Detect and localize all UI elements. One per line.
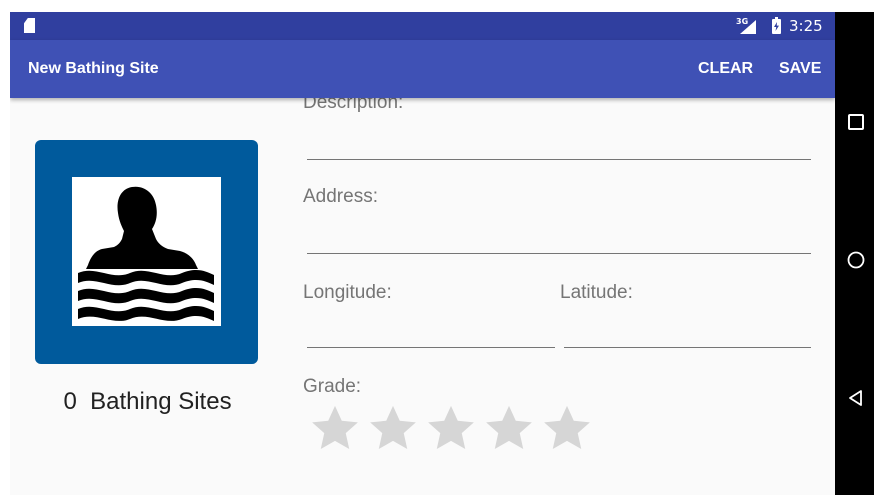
recents-button[interactable] (835, 102, 874, 142)
back-icon (849, 390, 862, 406)
navigation-bar (835, 12, 874, 495)
signal-icon: 3G (736, 17, 758, 35)
address-label: Address: (303, 186, 378, 207)
description-underline (307, 159, 811, 160)
swimming-sign-icon (35, 140, 258, 364)
swimmer-icon (78, 186, 214, 321)
back-button[interactable] (835, 378, 874, 418)
home-button[interactable] (835, 240, 874, 280)
address-field[interactable] (307, 224, 810, 252)
home-icon (847, 251, 865, 269)
network-type: 3G (736, 17, 749, 26)
latitude-underline (564, 347, 811, 348)
bathing-site-count: 0 Bathing Sites (10, 388, 285, 416)
status-time: 3:25 (789, 17, 823, 35)
sd-card-icon (24, 18, 35, 33)
latitude-label: Latitude: (560, 282, 633, 303)
save-button[interactable]: SAVE (779, 60, 821, 78)
longitude-underline (307, 347, 555, 348)
grade-rating-bar[interactable] (307, 400, 595, 456)
grade-star-icon[interactable] (423, 400, 479, 456)
app-bar: New Bathing Site CLEAR SAVE (10, 40, 835, 98)
clear-button[interactable]: CLEAR (698, 60, 753, 78)
grade-star-icon[interactable] (307, 400, 363, 456)
status-bar: 3G 3:25 (10, 12, 835, 40)
page-title: New Bathing Site (28, 60, 159, 77)
recents-icon (848, 114, 864, 130)
longitude-label: Longitude: (303, 282, 392, 303)
latitude-field[interactable] (564, 318, 810, 346)
grade-star-icon[interactable] (539, 400, 595, 456)
longitude-field[interactable] (307, 318, 554, 346)
app-screen: 3G 3:25 New Bathing Site CLEAR SAVE 0 Ba… (10, 12, 835, 495)
count-value: 0 (63, 388, 77, 415)
battery-charging-icon (772, 17, 781, 34)
grade-star-icon[interactable] (481, 400, 537, 456)
count-label: Bathing Sites (90, 388, 232, 415)
description-field[interactable] (307, 130, 810, 158)
grade-star-icon[interactable] (365, 400, 421, 456)
grade-label: Grade: (303, 376, 362, 397)
address-underline (307, 253, 811, 254)
